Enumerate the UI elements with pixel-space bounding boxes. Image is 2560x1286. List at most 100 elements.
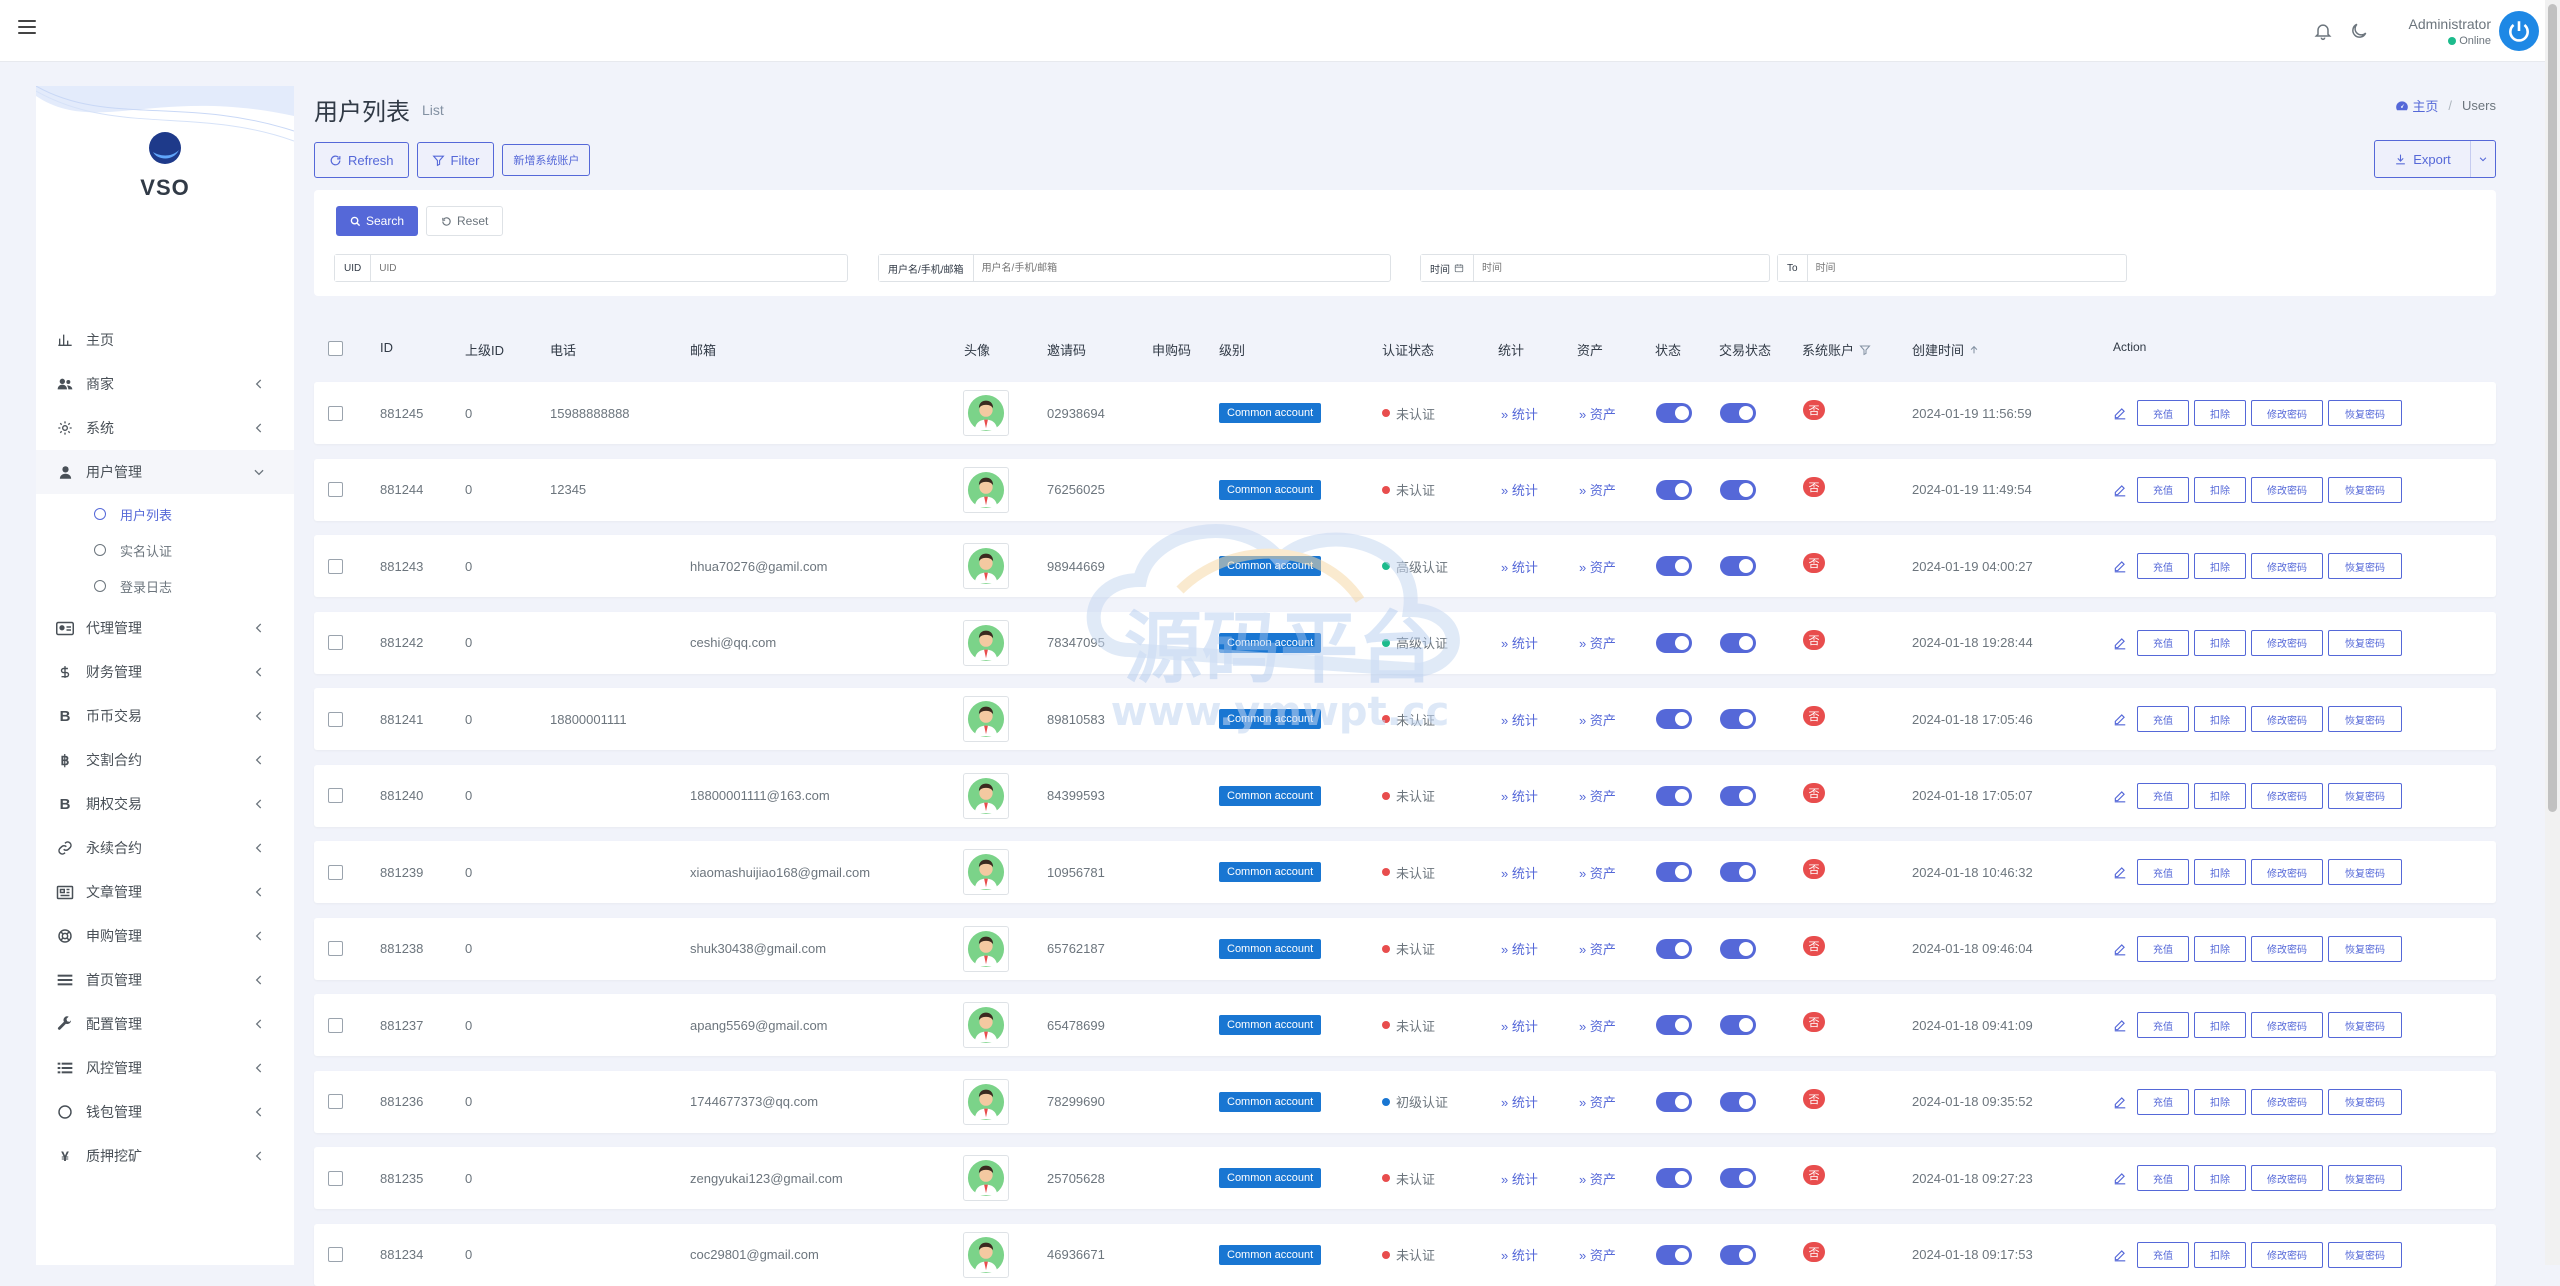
sidebar-item[interactable]: B 币币交易 <box>36 694 294 738</box>
time-from-input[interactable] <box>1474 255 1769 281</box>
refresh-button[interactable]: Refresh <box>314 142 409 178</box>
change-password-button[interactable]: 修改密码 <box>2251 400 2323 426</box>
sidebar-subitem[interactable]: 实名认证 <box>36 532 294 568</box>
sidebar-item[interactable]: 钱包管理 <box>36 1090 294 1134</box>
checkbox-box[interactable] <box>328 341 343 356</box>
recharge-button[interactable]: 充值 <box>2137 400 2189 426</box>
th-invite-code[interactable]: 邀请码 <box>1047 340 1086 359</box>
th-trade-status[interactable]: 交易状态 <box>1719 340 1771 359</box>
edit-icon[interactable] <box>2113 712 2127 726</box>
reset-password-button[interactable]: 恢复密码 <box>2328 782 2402 809</box>
edit-icon[interactable] <box>2113 1095 2127 1109</box>
avatar[interactable] <box>963 1078 1009 1125</box>
bell-icon[interactable] <box>2313 21 2333 41</box>
status-toggle[interactable] <box>1656 1015 1692 1035</box>
trade-status-toggle[interactable] <box>1720 556 1756 576</box>
th-subscribe-code[interactable]: 申购码 <box>1152 340 1191 359</box>
status-toggle[interactable] <box>1656 403 1692 423</box>
assets-link[interactable]: » 资产 <box>1579 557 1616 576</box>
reset-password-button[interactable]: 恢复密码 <box>2328 706 2402 732</box>
trade-status-toggle[interactable] <box>1720 632 1756 653</box>
scrollbar-thumb[interactable] <box>2548 4 2557 812</box>
assets-link[interactable]: » 资产 <box>1579 1169 1616 1188</box>
new-system-account-button[interactable]: 新增系统账户 <box>502 144 591 176</box>
row-checkbox[interactable] <box>328 405 343 421</box>
sidebar-item[interactable]: 首页管理 <box>36 958 294 1002</box>
change-password-button[interactable]: 修改密码 <box>2251 782 2323 809</box>
deduct-button[interactable]: 扣除 <box>2194 706 2246 732</box>
stats-link[interactable]: » 统计 <box>1501 480 1538 499</box>
deduct-button[interactable]: 扣除 <box>2194 1088 2246 1115</box>
change-password-button[interactable]: 修改密码 <box>2251 706 2323 732</box>
trade-status-toggle[interactable] <box>1720 1015 1756 1035</box>
stats-link[interactable]: » 统计 <box>1501 710 1538 729</box>
brand-logo[interactable]: VSO <box>36 130 294 201</box>
status-toggle[interactable] <box>1656 1168 1692 1188</box>
recharge-button[interactable]: 充值 <box>2137 1088 2189 1115</box>
status-toggle[interactable] <box>1656 556 1692 576</box>
edit-icon[interactable] <box>2113 865 2127 879</box>
export-dropdown[interactable] <box>2471 154 2495 164</box>
edit-icon[interactable] <box>2113 1171 2127 1185</box>
sidebar-item[interactable]: 代理管理 <box>36 606 294 650</box>
status-toggle[interactable] <box>1656 709 1692 729</box>
change-password-button[interactable]: 修改密码 <box>2251 935 2323 962</box>
export-main[interactable]: Export <box>2375 141 2471 177</box>
recharge-button[interactable]: 充值 <box>2137 782 2189 809</box>
stats-link[interactable]: » 统计 <box>1501 786 1538 805</box>
row-checkbox[interactable] <box>328 711 343 727</box>
th-id[interactable]: ID <box>380 340 393 355</box>
sidebar-item[interactable]: 商家 <box>36 362 294 406</box>
stats-link[interactable]: » 统计 <box>1501 404 1538 423</box>
recharge-button[interactable]: 充值 <box>2137 706 2189 732</box>
filter-button[interactable]: Filter <box>416 142 495 178</box>
assets-link[interactable]: » 资产 <box>1579 710 1616 729</box>
edit-icon[interactable] <box>2113 1248 2127 1262</box>
sidebar-item[interactable]: 文章管理 <box>36 870 294 914</box>
reset-password-button[interactable]: 恢复密码 <box>2328 1012 2402 1038</box>
stats-link[interactable]: » 统计 <box>1501 863 1538 882</box>
sidebar-item[interactable]: 财务管理 <box>36 650 294 694</box>
trade-status-toggle[interactable] <box>1720 862 1756 882</box>
reset-password-button[interactable]: 恢复密码 <box>2328 476 2402 503</box>
row-checkbox[interactable] <box>328 1017 343 1033</box>
page-scrollbar[interactable] <box>2545 0 2560 1265</box>
sidebar-item[interactable]: 申购管理 <box>36 914 294 958</box>
change-password-button[interactable]: 修改密码 <box>2251 859 2323 885</box>
status-toggle[interactable] <box>1656 862 1692 882</box>
breadcrumb-home[interactable]: 主页 <box>2395 96 2438 115</box>
th-status[interactable]: 状态 <box>1655 340 1681 359</box>
sidebar-subitem[interactable]: 用户列表 <box>36 496 294 532</box>
status-toggle[interactable] <box>1656 785 1692 806</box>
avatar[interactable] <box>963 696 1009 742</box>
edit-icon[interactable] <box>2113 1018 2127 1032</box>
th-created-time[interactable]: 创建时间 <box>1912 340 1979 359</box>
edit-icon[interactable] <box>2113 789 2127 803</box>
assets-link[interactable]: » 资产 <box>1579 786 1616 805</box>
stats-link[interactable]: » 统计 <box>1501 557 1538 576</box>
stats-link[interactable]: » 统计 <box>1501 1016 1538 1035</box>
change-password-button[interactable]: 修改密码 <box>2251 1241 2323 1268</box>
assets-link[interactable]: » 资产 <box>1579 633 1616 652</box>
row-checkbox[interactable] <box>328 941 343 956</box>
stats-link[interactable]: » 统计 <box>1501 939 1538 958</box>
sidebar-item[interactable]: 配置管理 <box>36 1002 294 1046</box>
trade-status-toggle[interactable] <box>1720 1091 1756 1112</box>
avatar[interactable] <box>963 1155 1009 1201</box>
assets-link[interactable]: » 资产 <box>1579 1245 1616 1264</box>
assets-link[interactable]: » 资产 <box>1579 404 1616 423</box>
row-checkbox[interactable] <box>328 558 343 574</box>
trade-status-toggle[interactable] <box>1720 1168 1756 1188</box>
reset-password-button[interactable]: 恢复密码 <box>2328 553 2402 579</box>
avatar[interactable] <box>963 466 1009 513</box>
filter-icon[interactable] <box>1859 344 1871 356</box>
admin-avatar[interactable] <box>2499 11 2539 51</box>
th-email[interactable]: 邮箱 <box>690 340 716 359</box>
th-system-account[interactable]: 系统账户 <box>1802 340 1871 359</box>
select-all-checkbox[interactable] <box>328 341 343 356</box>
sort-up-icon[interactable] <box>1969 344 1979 356</box>
deduct-button[interactable]: 扣除 <box>2194 1012 2246 1038</box>
time-to-input[interactable] <box>1807 255 2126 281</box>
uid-input[interactable] <box>371 255 847 281</box>
assets-link[interactable]: » 资产 <box>1579 863 1616 882</box>
